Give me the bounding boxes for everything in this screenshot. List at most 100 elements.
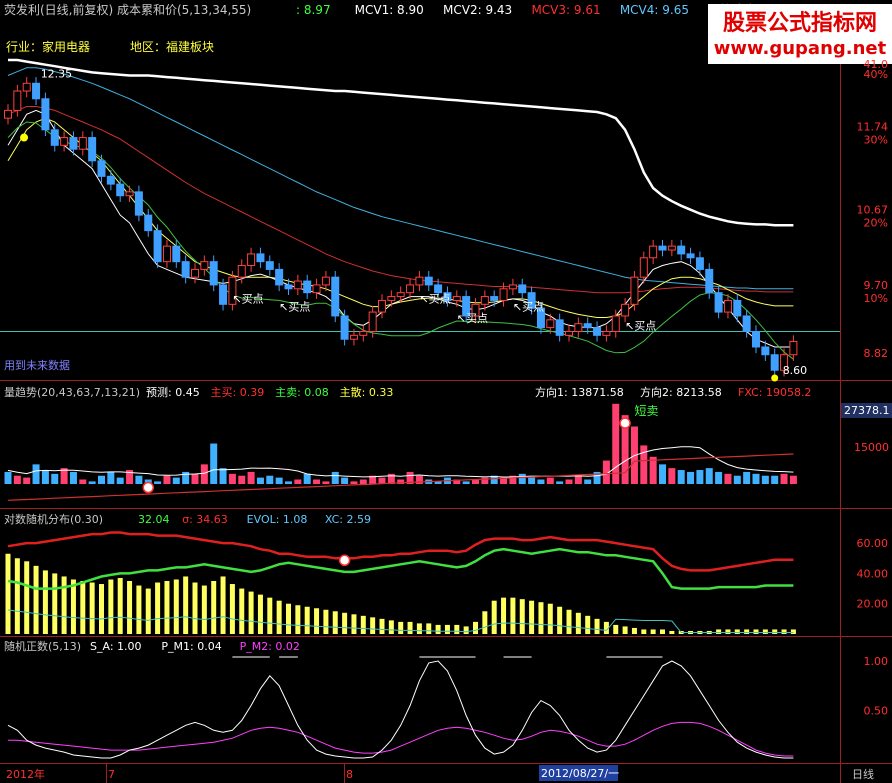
header-items-item-3: MCV3: 9.61: [531, 3, 600, 17]
volume-signal-0: [142, 481, 154, 494]
dist-bar: [108, 579, 114, 634]
candle-body: [349, 334, 358, 340]
volume-bar: [696, 470, 704, 484]
candle-body: [88, 137, 97, 162]
candle-body: [630, 276, 639, 305]
header-items-item-2: MCV2: 9.43: [443, 3, 512, 17]
volume-items-item-1: 主买: 0.39: [211, 386, 265, 399]
buy-point-4: ↖买点: [513, 300, 544, 313]
candle-body: [686, 253, 695, 259]
dist-bar: [744, 629, 750, 634]
dist-bar: [286, 603, 291, 634]
dist-bar: [519, 599, 525, 634]
candle-body: [321, 276, 330, 286]
future-data-note: 用到未来数据: [4, 358, 70, 372]
candle-body: [162, 245, 171, 263]
buy-point-5: ↖买点: [625, 320, 656, 333]
candle-body: [275, 268, 284, 286]
dist-bar: [173, 579, 179, 634]
candle-body: [611, 315, 620, 332]
dist-bar: [229, 584, 235, 634]
volume-bar: [789, 475, 797, 484]
candle-body: [546, 319, 555, 329]
candle-body: [256, 253, 265, 263]
price-tick-3: 8.82: [864, 347, 889, 360]
volume-bar: [677, 470, 685, 484]
candle-body: [387, 296, 396, 301]
candle-body: [396, 292, 405, 298]
dist-bar: [99, 584, 104, 634]
dist-bar: [650, 629, 656, 634]
volume-bar: [574, 475, 582, 484]
volume-bar: [752, 473, 760, 484]
candle-body: [695, 257, 704, 270]
candle-body: [41, 98, 50, 131]
dist-signal: [338, 554, 351, 567]
dist-bar: [145, 588, 151, 634]
candle-body: [247, 253, 256, 267]
volume-bar: [210, 443, 218, 484]
volume-bar: [4, 471, 12, 484]
x-label-jul: 7: [108, 768, 115, 781]
signal-dot: [20, 133, 29, 142]
dist-tick-0: 60.00: [857, 537, 889, 550]
volume-bar: [612, 403, 620, 484]
dist-bar: [716, 629, 722, 634]
candle-body: [60, 137, 69, 146]
dist-bar: [267, 597, 273, 634]
dist-bar: [501, 597, 507, 634]
candle-body: [508, 284, 517, 290]
dist-bar: [790, 629, 796, 634]
candle-body: [752, 330, 760, 348]
volume-bar: [247, 471, 255, 484]
candle-body: [22, 82, 31, 92]
candle-body: [191, 268, 199, 278]
dist-bar: [660, 629, 665, 634]
dist-bar: [398, 621, 404, 634]
random-indicator-values: S_A: 1.00 P_M1: 0.04 P_M2: 0.02: [90, 640, 300, 653]
low-label: 8.60: [783, 364, 808, 377]
volume-fxc: FXC: 19058.2: [738, 386, 811, 399]
dist-bar: [557, 606, 563, 634]
dist-bar: [14, 558, 20, 634]
dist-bar: [127, 581, 133, 634]
candle-body: [312, 284, 321, 294]
dist-bar: [5, 553, 11, 634]
candle-body: [677, 245, 686, 255]
candle-body: [658, 245, 667, 251]
volume-bar: [79, 479, 87, 484]
dist-bar: [575, 612, 581, 634]
volume-bar: [350, 481, 358, 484]
dist-bar: [379, 618, 385, 634]
volume-bar: [32, 464, 40, 484]
volume-bar: [556, 481, 564, 484]
volume-panel-title: 量趋势(20,43,63,7,13,21): [4, 386, 140, 399]
dist-tick-2: 20.00: [857, 598, 889, 611]
volume-bar: [322, 481, 330, 484]
buy-point-1: ↖买点: [279, 300, 310, 313]
volume-bar: [341, 477, 349, 484]
candle-body: [480, 296, 489, 305]
chart-header: 荧发利(日线,前复权) 成本累和价(5,13,34,55) : 8.97 MCV1…: [4, 2, 756, 17]
volume-bar: [107, 471, 115, 484]
random-items-item-1: P_M1: 0.04: [161, 640, 221, 653]
dist-bar: [201, 585, 207, 634]
candle-body: [714, 292, 723, 313]
dist-bar: [454, 624, 460, 634]
x-period-label: 日线: [852, 767, 874, 781]
dist-bar: [89, 582, 95, 634]
volume-bar: [294, 479, 302, 484]
candle-body: [116, 183, 125, 197]
candle-body: [209, 261, 218, 286]
dist-bar: [351, 614, 357, 634]
dist-bar: [538, 602, 544, 634]
candle-body: [303, 280, 312, 294]
volume-bar: [303, 473, 311, 484]
candle-body: [284, 284, 293, 290]
dist-bar: [70, 579, 76, 634]
dist-bar: [295, 605, 301, 634]
candle-body: [621, 303, 630, 317]
stock-chart-stage[interactable]: 荧发利(日线,前复权) 成本累和价(5,13,34,55) : 8.97 MCV1…: [0, 0, 892, 783]
volume-bar: [528, 477, 536, 484]
candle-body: [219, 284, 228, 305]
